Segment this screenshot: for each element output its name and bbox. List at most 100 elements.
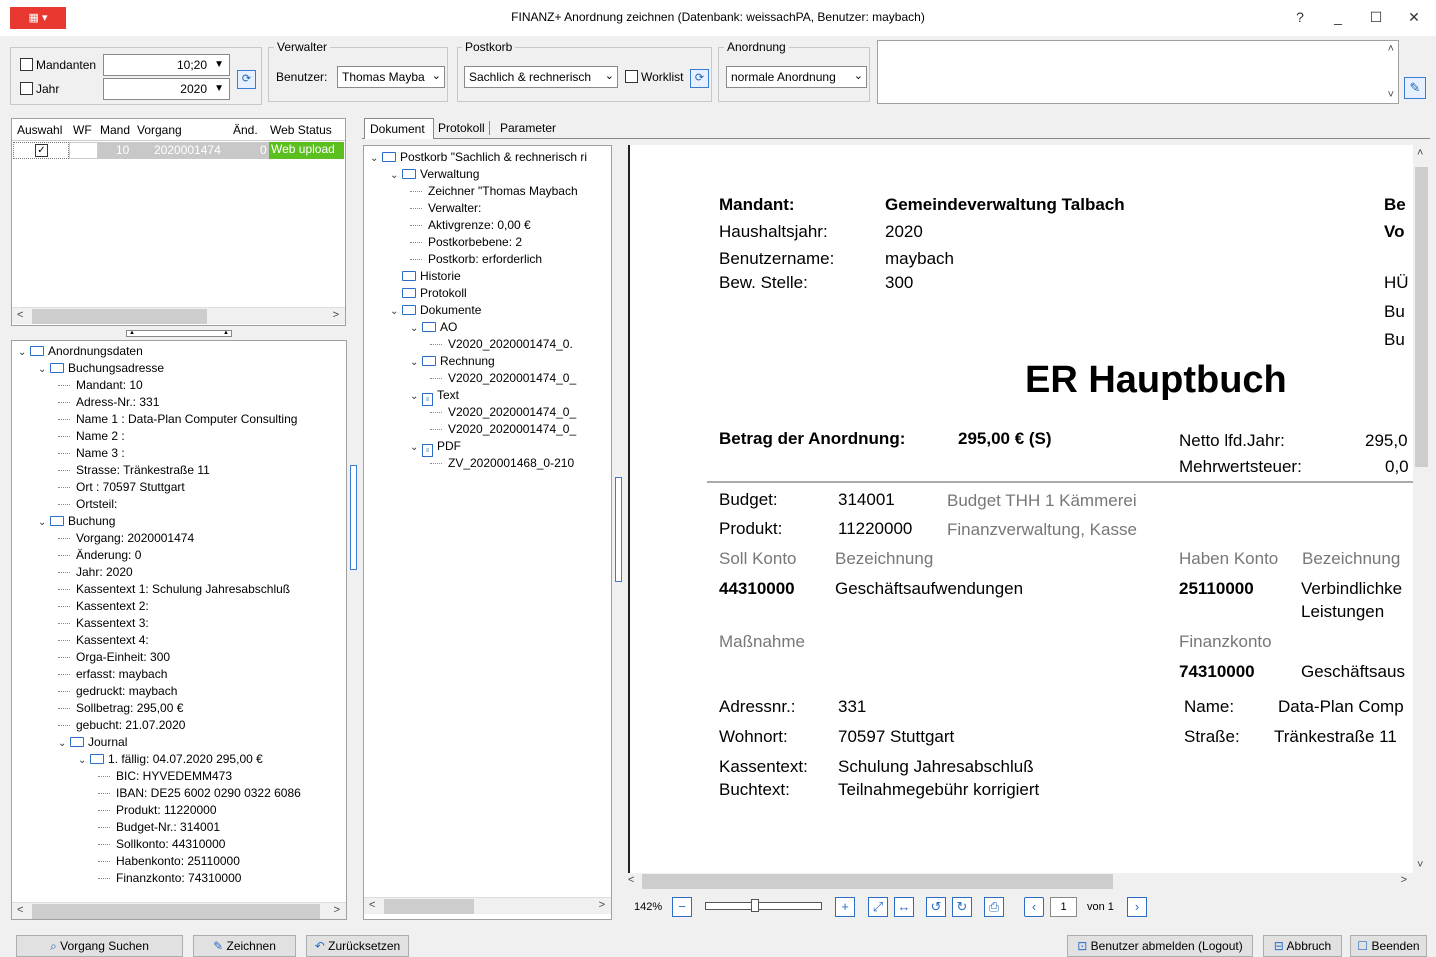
tree-leaf[interactable]: Kassentext 4:	[58, 632, 149, 649]
chevron-down-icon[interactable]: ⌄	[18, 344, 30, 361]
zoom-slider[interactable]	[705, 902, 822, 910]
chevron-down-icon[interactable]: ⌄	[78, 752, 90, 769]
page-number-input[interactable]: 1	[1050, 897, 1077, 917]
tree-leaf[interactable]: Kassentext 1: Schulung Jahresabschluß	[58, 581, 290, 598]
tree-leaf[interactable]: ZV_2020001468_0-210	[430, 455, 574, 472]
tree-node[interactable]: ⌄ Journal	[58, 734, 127, 751]
tree-leaf[interactable]: Ort : 70597 Stuttgart	[58, 479, 185, 496]
col-header-aend[interactable]: Änd.	[233, 123, 258, 137]
chevron-down-icon[interactable]: ⌄	[38, 361, 50, 378]
worklist-checkbox[interactable]	[625, 70, 638, 83]
tree-leaf[interactable]: Sollbetrag: 295,00 €	[58, 700, 183, 717]
beenden-button[interactable]: ☐ Beenden	[1350, 935, 1427, 957]
tab-parameter[interactable]: Parameter	[500, 121, 556, 135]
tree-node[interactable]: ⌄ ≡ Text	[410, 387, 459, 406]
tree-leaf[interactable]: V2020_2020001474_0_	[430, 421, 576, 438]
chevron-down-icon[interactable]: ⌄	[390, 303, 402, 320]
pen-icon[interactable]: ✎	[1404, 77, 1426, 99]
tree-leaf[interactable]: BIC: HYVEDEMM473	[98, 768, 232, 785]
scroll-right-icon[interactable]: >	[333, 309, 339, 321]
tree-leaf[interactable]: gedruckt: maybach	[58, 683, 177, 700]
tree-leaf[interactable]: Produkt: 11220000	[98, 802, 217, 819]
tree-leaf[interactable]: Ortsteil:	[58, 496, 117, 513]
rotate-left-icon[interactable]: ↺	[926, 897, 946, 917]
vorgang-suchen-button[interactable]: ⌕ Vorgang Suchen	[16, 935, 183, 957]
chevron-down-icon[interactable]: ⌄	[410, 388, 422, 405]
col-header-mand[interactable]: Mand	[100, 123, 130, 137]
print-icon[interactable]: ⎙	[984, 897, 1004, 917]
minimize-button[interactable]: _	[1326, 6, 1350, 28]
doc-hscrollbar[interactable]: < >	[628, 873, 1413, 890]
tree-leaf[interactable]: gebucht: 21.07.2020	[58, 717, 185, 734]
splitter-handle[interactable]	[350, 465, 357, 570]
tree-leaf[interactable]: IBAN: DE25 6002 0290 0322 6086	[98, 785, 301, 802]
tree-leaf[interactable]: Vorgang: 2020001474	[58, 530, 194, 547]
tree-node[interactable]: ⌄ Anordnungsdaten	[18, 343, 143, 360]
scroll-up-icon[interactable]: ˄	[1388, 43, 1394, 55]
scroll-down-icon[interactable]: ˅	[1417, 859, 1423, 871]
chevron-down-icon[interactable]: ⌄	[410, 354, 422, 371]
tree-leaf[interactable]: V2020_2020001474_0.	[430, 336, 573, 353]
scroll-thumb[interactable]	[32, 309, 207, 324]
tree-leaf[interactable]: Adress-Nr.: 331	[58, 394, 159, 411]
chevron-down-icon[interactable]: ⌄	[370, 150, 382, 167]
doctree-hscrollbar[interactable]: < >	[364, 897, 611, 914]
scroll-thumb[interactable]	[32, 904, 320, 919]
maximize-button[interactable]: ☐	[1364, 6, 1388, 28]
splitter-handle[interactable]	[615, 477, 622, 582]
tree-leaf[interactable]: V2020_2020001474_0_	[430, 404, 576, 421]
tree-leaf[interactable]: Sollkonto: 44310000	[98, 836, 225, 853]
tree-leaf[interactable]: Postkorbebene: 2	[410, 234, 522, 251]
scroll-right-icon[interactable]: >	[1401, 874, 1407, 886]
tree-node[interactable]: Protokoll	[390, 285, 467, 302]
tree-leaf[interactable]: Habenkonto: 25110000	[98, 853, 240, 870]
grid-hscrollbar[interactable]: < >	[12, 307, 345, 324]
mandanten-checkbox[interactable]	[20, 58, 33, 71]
tree-leaf[interactable]: Zeichner "Thomas Maybach	[410, 183, 578, 200]
scroll-left-icon[interactable]: <	[369, 899, 375, 911]
splitter-handle[interactable]: ▲ ▲	[126, 330, 232, 337]
chevron-down-icon[interactable]: ⌄	[410, 439, 422, 456]
refresh-icon[interactable]: ⟳	[690, 69, 709, 88]
tree-leaf[interactable]: Strasse: Tränkestraße 11	[58, 462, 210, 479]
previous-page-icon[interactable]: ‹	[1024, 897, 1044, 917]
tree-leaf[interactable]: Name 2 :	[58, 428, 125, 445]
zoom-in-icon[interactable]: +	[835, 897, 855, 917]
chevron-down-icon[interactable]: ⌄	[58, 735, 70, 752]
zeichnen-button[interactable]: ✎ Zeichnen	[193, 935, 296, 957]
scroll-thumb[interactable]	[1415, 167, 1428, 467]
help-button[interactable]: ?	[1288, 6, 1312, 28]
tree-leaf[interactable]: erfasst: maybach	[58, 666, 167, 683]
table-row[interactable]: ✓ 10 2020001474 0 Web upload	[13, 142, 344, 159]
tree-leaf[interactable]: Kassentext 2:	[58, 598, 149, 615]
tree-leaf[interactable]: Änderung: 0	[58, 547, 141, 564]
row-select-checkbox[interactable]: ✓	[35, 144, 48, 157]
next-page-icon[interactable]: ›	[1127, 897, 1147, 917]
tree-node[interactable]: ⌄ ≡ PDF	[410, 438, 461, 457]
tree-leaf[interactable]: Postkorb: erforderlich	[410, 251, 542, 268]
mandanten-select[interactable]: 10;20 ▼	[103, 54, 230, 76]
tree-leaf[interactable]: Verwalter:	[410, 200, 481, 217]
col-header-web-status[interactable]: Web Status	[270, 123, 332, 137]
tree-node[interactable]: ⌄ Dokumente	[390, 302, 481, 319]
scroll-right-icon[interactable]: >	[334, 904, 340, 916]
col-header-auswahl[interactable]: Auswahl	[17, 123, 62, 137]
scroll-down-icon[interactable]: ˅	[1388, 89, 1394, 101]
close-button[interactable]: ✕	[1402, 6, 1426, 28]
scroll-thumb[interactable]	[642, 874, 1113, 889]
tree-leaf[interactable]: Orga-Einheit: 300	[58, 649, 170, 666]
fit-page-icon[interactable]: ⤢	[868, 897, 888, 917]
tree-node[interactable]: ⌄ Postkorb "Sachlich & rechnerisch ri	[370, 149, 587, 166]
tree-node[interactable]: ⌄ Buchungsadresse	[38, 360, 164, 377]
tree-node[interactable]: ⌄ Rechnung	[410, 353, 495, 370]
tree-hscrollbar[interactable]: < >	[12, 902, 346, 919]
tree-node[interactable]: ⌄ 1. fällig: 04.07.2020 295,00 €	[78, 751, 263, 768]
zoom-slider-handle[interactable]	[751, 899, 759, 912]
scroll-left-icon[interactable]: <	[628, 874, 634, 886]
tree-leaf[interactable]: Aktivgrenze: 0,00 €	[410, 217, 531, 234]
jahr-select[interactable]: 2020 ▼	[103, 78, 230, 100]
zoom-out-icon[interactable]: −	[672, 897, 692, 917]
fit-width-icon[interactable]: ↔	[894, 897, 914, 917]
tab-protokoll[interactable]: Protokoll	[438, 121, 490, 135]
doc-vscrollbar[interactable]: ˄ ˅	[1413, 145, 1430, 873]
